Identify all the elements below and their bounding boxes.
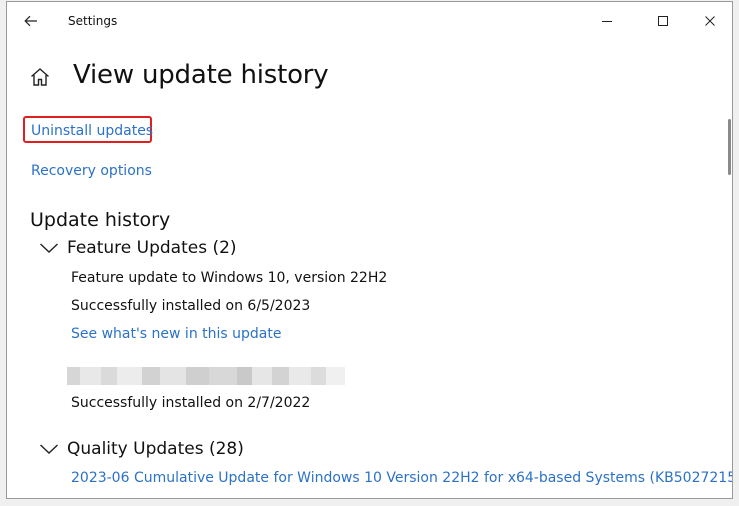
maximize-icon [658, 16, 668, 26]
uninstall-updates-link[interactable]: Uninstall updates [31, 123, 153, 139]
chevron-down-icon [40, 243, 58, 253]
close-button[interactable] [695, 8, 725, 34]
title-bar: Settings [7, 2, 732, 40]
install-status: Successfully installed on 2/7/2022 [71, 395, 311, 411]
update-history-heading: Update history [30, 209, 171, 231]
close-icon [705, 16, 715, 26]
home-icon[interactable] [29, 66, 51, 88]
back-arrow-icon [24, 15, 37, 27]
recovery-options-link[interactable]: Recovery options [31, 163, 152, 179]
minimize-button[interactable] [592, 8, 622, 34]
chevron-down-icon [40, 444, 58, 454]
quality-updates-header[interactable]: Quality Updates (28) [39, 439, 244, 459]
update-name: Feature update to Windows 10, version 22… [71, 270, 388, 286]
feature-updates-header[interactable]: Feature Updates (2) [39, 238, 237, 258]
page-title: View update history [73, 60, 329, 90]
app-title: Settings [68, 14, 118, 28]
back-button[interactable] [19, 10, 43, 32]
scrollbar-thumb[interactable] [728, 119, 731, 175]
install-status: Successfully installed on 6/5/2023 [71, 298, 311, 314]
feature-updates-label: Feature Updates (2) [67, 238, 237, 258]
maximize-button[interactable] [648, 8, 678, 34]
cumulative-update-link[interactable]: 2023-06 Cumulative Update for Windows 10… [71, 470, 732, 486]
settings-window: Settings View update history Uninstall u… [6, 1, 733, 499]
minimize-icon [602, 21, 612, 22]
whats-new-link[interactable]: See what's new in this update [71, 326, 281, 342]
quality-updates-label: Quality Updates (28) [67, 439, 244, 459]
redacted-update-name [67, 367, 346, 385]
